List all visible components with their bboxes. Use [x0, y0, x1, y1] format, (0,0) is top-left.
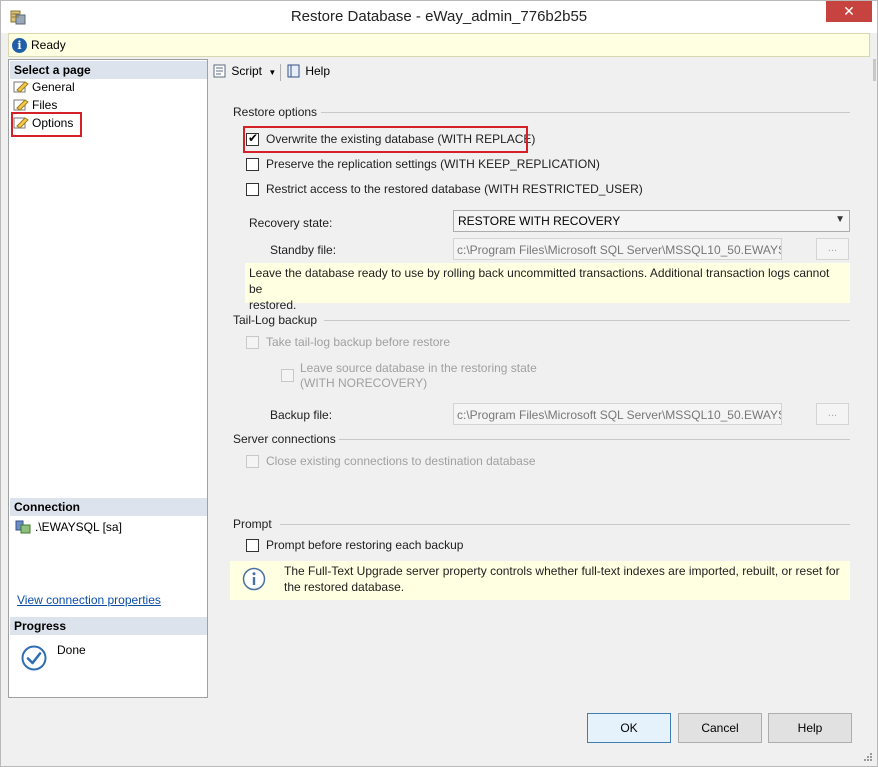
backup-file-label: Backup file:	[270, 408, 333, 422]
view-connection-properties-link[interactable]: View connection properties	[17, 593, 161, 607]
checkbox-box[interactable]	[246, 539, 259, 552]
tail-log-header: Tail-Log backup	[233, 313, 318, 327]
preserve-replication-label: Preserve the replication settings (WITH …	[266, 157, 600, 171]
script-label: Script	[231, 64, 263, 78]
server-connections-header: Server connections	[233, 432, 336, 446]
connection-info: .\EWAYSQL [sa]	[15, 520, 122, 534]
progress-header: Progress	[10, 617, 207, 635]
backup-browse-button[interactable]: ...	[816, 403, 849, 425]
resize-grip-icon[interactable]	[863, 752, 873, 762]
fulltext-info-line2: the restored database.	[284, 580, 405, 594]
ok-button[interactable]: OK	[587, 713, 671, 743]
options-highlight-box	[11, 112, 82, 137]
recovery-state-select[interactable]: RESTORE WITH RECOVERY ▼	[453, 210, 850, 232]
backup-file-input[interactable]: c:\Program Files\Microsoft SQL Server\MS…	[453, 403, 782, 425]
script-icon	[213, 64, 226, 78]
help-icon	[287, 64, 300, 78]
prompt-label: Prompt before restoring each backup	[266, 538, 464, 552]
replace-highlight-box	[243, 126, 528, 153]
status-bar: i Ready	[8, 33, 870, 57]
recovery-info-box: Leave the database ready to use by rolli…	[245, 263, 850, 312]
restrict-access-label: Restrict access to the restored database…	[266, 182, 643, 196]
connection-header: Connection	[10, 498, 207, 516]
page-item-label: General	[32, 80, 75, 94]
recovery-info-line2: restored.	[249, 298, 297, 312]
group-divider	[280, 524, 850, 525]
recovery-state-value: RESTORE WITH RECOVERY	[458, 214, 621, 228]
checkbox-box[interactable]	[246, 336, 259, 349]
group-divider	[321, 112, 850, 113]
prompt-header: Prompt	[233, 517, 272, 531]
restore-database-dialog: Restore Database - eWay_admin_776b2b55 ✕…	[0, 0, 878, 767]
close-connections-label: Close existing connections to destinatio…	[266, 454, 536, 468]
chevron-down-icon[interactable]: ▼	[268, 68, 276, 77]
left-pane: Select a page General Files Options Conn…	[8, 59, 208, 698]
checkbox-box[interactable]	[281, 369, 294, 382]
toolbar: Script ▼ Help	[208, 59, 870, 87]
page-icon	[13, 81, 29, 93]
help-button[interactable]: Help	[286, 64, 330, 82]
page-icon	[13, 99, 29, 111]
server-connection-icon	[15, 520, 31, 534]
recovery-state-label: Recovery state:	[249, 216, 333, 230]
leave-restoring-label: Leave source database in the restoring s…	[300, 361, 537, 391]
fulltext-info-line1: The Full-Text Upgrade server property co…	[284, 564, 840, 578]
fulltext-info-box: The Full-Text Upgrade server property co…	[230, 561, 850, 600]
standby-browse-button[interactable]: ...	[816, 238, 849, 260]
checkbox-box[interactable]	[246, 183, 259, 196]
leave-restoring-line2: (WITH NORECOVERY)	[300, 376, 428, 390]
chevron-down-icon: ▼	[835, 214, 845, 225]
toolbar-separator	[280, 64, 281, 81]
close-button[interactable]: ✕	[826, 1, 872, 22]
group-divider	[324, 320, 850, 321]
info-icon	[242, 567, 266, 591]
status-text: Ready	[31, 38, 66, 52]
page-item-general[interactable]: General	[13, 80, 75, 98]
connection-value: .\EWAYSQL [sa]	[35, 520, 122, 534]
progress-status: Done	[57, 643, 86, 657]
standby-file-input[interactable]: c:\Program Files\Microsoft SQL Server\MS…	[453, 238, 782, 260]
select-page-header: Select a page	[10, 61, 207, 79]
help-label: Help	[305, 64, 331, 78]
group-divider	[339, 439, 850, 440]
recovery-info-line1: Leave the database ready to use by rolli…	[249, 266, 830, 296]
take-tail-log-label: Take tail-log backup before restore	[266, 335, 451, 349]
script-button[interactable]: Script ▼	[212, 64, 276, 82]
restore-options-header: Restore options	[233, 105, 318, 119]
help-footer-button[interactable]: Help	[768, 713, 852, 743]
info-icon: i	[12, 38, 27, 53]
standby-file-label: Standby file:	[270, 243, 337, 257]
title-bar: Restore Database - eWay_admin_776b2b55 ✕	[1, 1, 877, 33]
leave-restoring-line1: Leave source database in the restoring s…	[300, 361, 537, 375]
cancel-button[interactable]: Cancel	[678, 713, 762, 743]
done-check-icon	[21, 645, 47, 671]
checkbox-box[interactable]	[246, 455, 259, 468]
page-item-label: Files	[32, 98, 58, 112]
scrollbar-stub[interactable]	[873, 59, 876, 81]
window-title: Restore Database - eWay_admin_776b2b55	[290, 8, 588, 25]
checkbox-box[interactable]	[246, 158, 259, 171]
